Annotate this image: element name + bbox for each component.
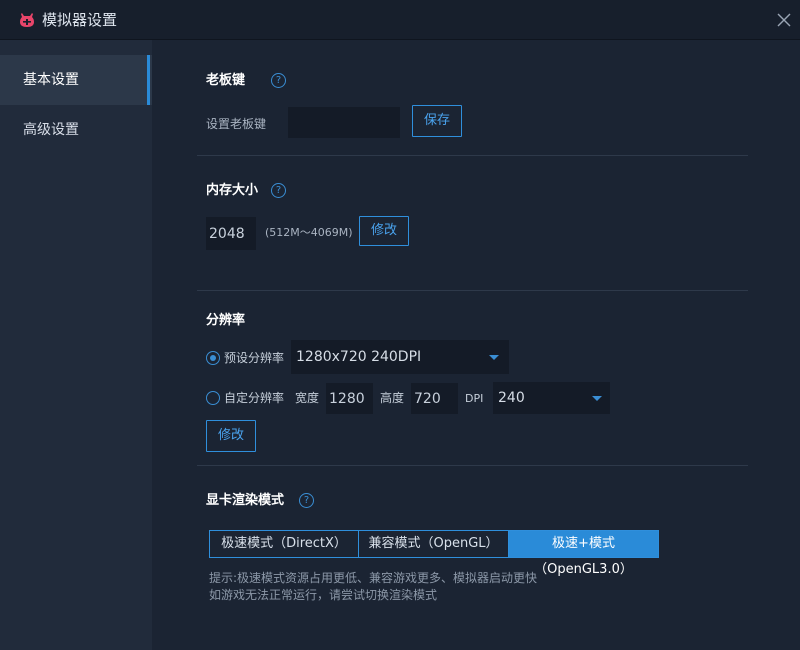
sidebar: 基本设置 高级设置 [0, 40, 152, 650]
render-mode-opengl[interactable]: 兼容模式（OpenGL） [358, 530, 509, 558]
resolution-modify-button[interactable]: 修改 [206, 420, 256, 452]
render-mode-title: 显卡渲染模式 [206, 493, 285, 508]
dpi-label: DPI [465, 392, 484, 405]
render-mode-opengl3[interactable]: 极速+模式（OpenGL3.0） [508, 530, 659, 577]
height-label: 高度 [380, 391, 405, 405]
preset-resolution-select[interactable]: 1280x720 240DPI [291, 340, 509, 374]
boss-key-help-icon[interactable]: ? [271, 73, 286, 88]
custom-resolution-label: 自定分辨率 [224, 391, 285, 405]
render-hint-line1: 提示:极速模式资源占用更低、兼容游戏更多、模拟器启动更快 [209, 571, 538, 585]
chevron-down-icon [592, 396, 602, 401]
app-logo-icon [20, 13, 34, 27]
dpi-value: 240 [498, 390, 525, 406]
title-bar: 模拟器设置 [0, 0, 800, 40]
memory-title: 内存大小 [206, 183, 259, 198]
preset-resolution-value: 1280x720 240DPI [296, 349, 422, 365]
boss-key-input[interactable] [288, 107, 400, 138]
sidebar-item-advanced-settings[interactable]: 高级设置 [0, 105, 152, 155]
divider [197, 465, 748, 466]
memory-size-input[interactable] [206, 217, 256, 250]
preset-resolution-label: 预设分辨率 [224, 351, 285, 365]
width-label: 宽度 [295, 391, 320, 405]
divider [197, 290, 748, 291]
memory-help-icon[interactable]: ? [271, 183, 286, 198]
render-mode-directx[interactable]: 极速模式（DirectX） [209, 530, 359, 558]
width-input[interactable] [326, 383, 373, 414]
boss-key-title: 老板键 [206, 73, 246, 88]
render-hint-line2: 如游戏无法正常运行，请尝试切换渲染模式 [209, 588, 438, 602]
close-icon[interactable] [772, 8, 796, 32]
window-title: 模拟器设置 [42, 11, 118, 29]
render-mode-help-icon[interactable]: ? [299, 493, 314, 508]
boss-key-save-button[interactable]: 保存 [412, 105, 462, 137]
preset-resolution-radio[interactable] [206, 351, 220, 365]
chevron-down-icon [489, 355, 499, 360]
custom-resolution-radio[interactable] [206, 391, 220, 405]
sidebar-item-basic-settings[interactable]: 基本设置 [0, 55, 152, 105]
settings-panel: 老板键 ? 设置老板键 保存 内存大小 ? (512M～4069M) 修改 分辨… [152, 40, 800, 650]
dpi-select[interactable]: 240 [493, 382, 610, 414]
height-input[interactable] [411, 383, 458, 414]
memory-range-label: (512M～4069M) [265, 226, 353, 239]
boss-key-field-label: 设置老板键 [206, 117, 267, 131]
resolution-title: 分辨率 [206, 313, 246, 328]
divider [197, 155, 748, 156]
memory-modify-button[interactable]: 修改 [359, 216, 409, 246]
